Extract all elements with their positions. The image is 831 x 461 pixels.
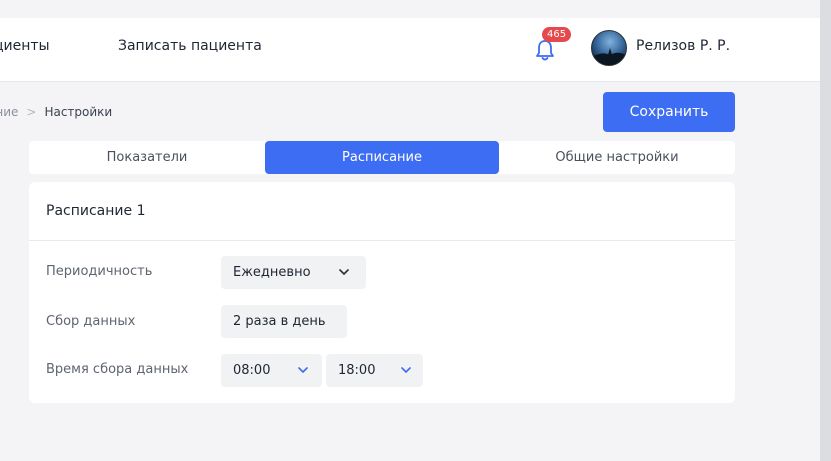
tab-schedule[interactable]: Расписание — [265, 141, 499, 174]
collection-time-value-1: 08:00 — [233, 363, 271, 378]
schedule-title: Расписание 1 — [46, 203, 146, 219]
avatar-image — [592, 31, 626, 65]
collection-time-label: Время сбора данных — [46, 362, 189, 377]
tab-indicators[interactable]: Показатели — [29, 141, 265, 174]
save-button[interactable]: Сохранить — [603, 92, 735, 132]
nav-add-patient-link[interactable]: Записать пациента — [118, 38, 262, 54]
notifications-button[interactable]: 465 — [534, 27, 572, 66]
notification-count-badge: 465 — [542, 27, 572, 42]
tab-general-settings[interactable]: Общие настройки — [499, 141, 735, 174]
breadcrumb-parent-link[interactable]: ание — [0, 105, 18, 119]
collection-time-select-1[interactable]: 08:00 — [221, 354, 322, 387]
frequency-label: Периодичность — [46, 264, 153, 279]
divider — [29, 240, 735, 241]
chevron-down-icon — [339, 269, 349, 275]
avatar[interactable] — [591, 30, 627, 66]
user-name[interactable]: Релизов Р. Р. — [636, 38, 730, 54]
frequency-select[interactable]: Ежедневно — [221, 256, 366, 289]
nav-patients-link[interactable]: циенты — [0, 38, 50, 54]
collection-time-value-2: 18:00 — [338, 363, 376, 378]
settings-tabs: Показатели Расписание Общие настройки — [29, 141, 735, 174]
frequency-value: Ежедневно — [233, 265, 311, 280]
breadcrumb-current: Настройки — [44, 105, 113, 119]
data-collection-value: 2 раза в день — [233, 314, 326, 329]
breadcrumb: ание > Настройки — [0, 105, 112, 119]
chevron-down-icon — [298, 367, 308, 373]
schedule-card: Расписание 1 Периодичность Ежедневно Сбо… — [29, 182, 735, 403]
top-bar: циенты Записать пациента 465 — [0, 18, 820, 82]
app-window: циенты Записать пациента 465 — [0, 0, 820, 461]
data-collection-field[interactable]: 2 раза в день — [221, 305, 347, 338]
breadcrumb-separator: > — [26, 105, 37, 119]
collection-time-select-2[interactable]: 18:00 — [326, 354, 423, 387]
data-collection-label: Сбор данных — [46, 314, 136, 329]
chevron-down-icon — [401, 367, 411, 373]
